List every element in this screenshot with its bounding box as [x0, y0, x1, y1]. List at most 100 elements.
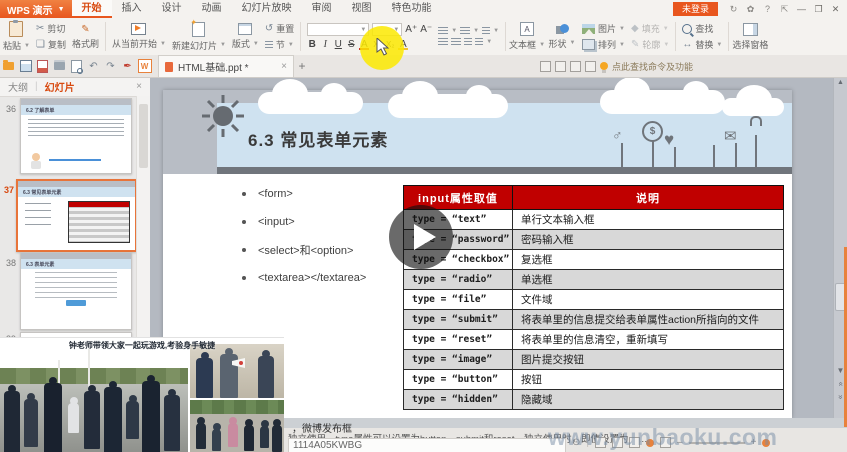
menu-tab-审阅[interactable]: 审阅 [302, 0, 342, 18]
table-cell-desc: 图片提交按钮 [513, 350, 784, 370]
person-silhouette [196, 358, 213, 398]
replace-button[interactable]: ↔替换▼ [682, 38, 722, 51]
tab-outline[interactable]: 大纲 [8, 79, 28, 94]
redo-button[interactable]: ↷ [103, 59, 118, 74]
document-tab[interactable]: HTML基础.ppt * × [158, 55, 294, 77]
table-row: type = “checkbox”复选框 [404, 250, 784, 270]
find-button[interactable]: 查找 [682, 22, 722, 35]
format-painter-button[interactable]: ✎ 格式刷 [69, 18, 102, 55]
mini-tool-icon-1[interactable] [540, 61, 551, 72]
menu-tab-幻灯片放映[interactable]: 幻灯片放映 [232, 0, 302, 18]
slide-thumbnail-37-selected[interactable]: 6.3 常见表单元素 [16, 179, 137, 252]
close-panel-icon[interactable]: × [136, 81, 142, 92]
menu-tab-特色功能[interactable]: 特色功能 [382, 0, 442, 18]
align-left-icon[interactable] [438, 38, 448, 46]
table-row: type = “button”按钮 [404, 370, 784, 390]
font-name-select[interactable]: ▼ [307, 23, 369, 36]
cloud-icon [258, 92, 363, 114]
bullet-text: <form> [258, 188, 293, 200]
hide-ribbon-icon[interactable]: ⇱ [777, 3, 792, 16]
align-center-icon[interactable] [451, 38, 461, 46]
doc-id-field[interactable]: 1114A05KWBG [288, 438, 566, 452]
video-play-button[interactable] [389, 205, 453, 269]
bullet-list-icon[interactable] [438, 27, 448, 35]
skin-icon[interactable]: ✿ [743, 3, 758, 16]
fill-button[interactable]: ◆填充▼ [631, 22, 669, 35]
mini-tool-icon-2[interactable] [555, 61, 566, 72]
table-cell-desc: 复选框 [513, 250, 784, 270]
menu-tab-视图[interactable]: 视图 [342, 0, 382, 18]
thumb-title-36: 6.2 了解表单 [21, 105, 131, 115]
video-inset[interactable]: 钟老师带领大家一起玩游戏,考验身手敏捷 [0, 337, 284, 452]
undo-button[interactable]: ↶ [86, 59, 101, 74]
copy-button[interactable]: ❏复制 [36, 38, 66, 51]
cut-button[interactable]: ✂剪切 [36, 22, 66, 35]
arrange-button[interactable]: 排列▼ [582, 38, 625, 51]
menu-tab-动画[interactable]: 动画 [192, 0, 232, 18]
wps-presentation-window: WPS 演示 ▼ 开始插入设计动画幻灯片放映审阅视图特色功能 未登录 ↻ ✿ ?… [0, 0, 847, 452]
numbered-list-icon[interactable] [460, 27, 470, 35]
bold-button[interactable]: B [307, 39, 317, 50]
table-cell-attr: type = “radio” [404, 270, 513, 290]
picture-button[interactable]: 图片▼ [582, 22, 625, 35]
reset-icon: ↺ [265, 24, 273, 34]
thumb-number-37: 37 [4, 185, 14, 195]
outline-button[interactable]: ✎轮廓▼ [631, 38, 669, 51]
help-icon[interactable]: ? [760, 3, 775, 16]
minimize-button[interactable]: — [794, 3, 809, 16]
bullet-text: <select>和<option> [258, 242, 353, 258]
marker-pen-button[interactable]: ✒ [120, 59, 135, 74]
new-slide-button[interactable]: 新建幻灯片▼ [169, 18, 229, 55]
selection-pane-button[interactable]: 选择窗格 [732, 18, 768, 55]
menu-tab-开始[interactable]: 开始 [72, 0, 112, 18]
slide-title[interactable]: 6.3 常见表单元素 [248, 126, 388, 151]
mini-tool-icon-4[interactable] [585, 61, 596, 72]
align-right-icon[interactable] [464, 38, 472, 46]
app-menu-button[interactable]: WPS 演示 ▼ [0, 0, 72, 18]
textbox-button[interactable]: A 文本框▼ [509, 18, 545, 55]
menu-tab-插入[interactable]: 插入 [112, 0, 152, 18]
table-header-row: input属性取值说明 [404, 186, 784, 210]
envelope-icon: ✉ [724, 127, 737, 145]
play-from-current-button[interactable]: 从当前开始▼ [109, 18, 169, 55]
thumb-text-lines [28, 119, 124, 137]
paste-button[interactable]: 粘贴▼ [0, 18, 33, 55]
layout-button[interactable]: 版式▼ [229, 18, 262, 55]
picture-icon [582, 24, 595, 34]
docer-button[interactable]: W [137, 59, 152, 74]
person-silhouette [4, 391, 20, 452]
pdf-icon [37, 60, 48, 73]
print-preview-button[interactable] [69, 59, 84, 74]
scroll-up-icon[interactable]: ▲ [834, 79, 847, 86]
mini-tool-icon-3[interactable] [570, 61, 581, 72]
reset-button[interactable]: ↺重置 [265, 22, 294, 35]
grow-font-button[interactable]: A⁺ [405, 24, 417, 35]
slide-thumbnail-36[interactable]: 6.2 了解表单 [20, 98, 132, 174]
slide-thumbnail-38[interactable]: 6.3 表单元素 [20, 252, 132, 330]
new-document-tab-button[interactable]: + [294, 59, 310, 73]
menu-tab-设计[interactable]: 设计 [152, 0, 192, 18]
tab-slides[interactable]: 幻灯片 [45, 79, 75, 94]
italic-button[interactable]: I [320, 39, 330, 50]
close-document-icon[interactable]: × [281, 61, 287, 72]
print-button[interactable] [52, 59, 67, 74]
close-button[interactable]: ✕ [828, 3, 843, 16]
title-bar: WPS 演示 ▼ 开始插入设计动画幻灯片放映审阅视图特色功能 未登录 ↻ ✿ ?… [0, 0, 847, 19]
person-silhouette [164, 395, 180, 451]
save-button[interactable] [18, 59, 33, 74]
section-button[interactable]: 节▼ [265, 38, 294, 51]
shrink-font-button[interactable]: A⁻ [420, 24, 432, 35]
restore-button[interactable]: ❐ [811, 3, 826, 16]
underline-button[interactable]: U [333, 39, 343, 50]
strikethrough-button[interactable]: S [346, 39, 356, 50]
export-pdf-button[interactable] [35, 59, 50, 74]
photo-megaphone [190, 344, 284, 398]
open-file-button[interactable] [1, 59, 16, 74]
shapes-button[interactable]: 形状▼ [545, 18, 579, 55]
update-icon[interactable]: ↻ [726, 3, 741, 16]
person-silhouette [260, 426, 269, 448]
line-spacing-icon[interactable] [482, 27, 490, 35]
justify-icon[interactable] [475, 38, 483, 46]
login-button[interactable]: 未登录 [673, 2, 718, 16]
command-search-hint[interactable]: 点此查找命令及功能 [612, 60, 693, 73]
